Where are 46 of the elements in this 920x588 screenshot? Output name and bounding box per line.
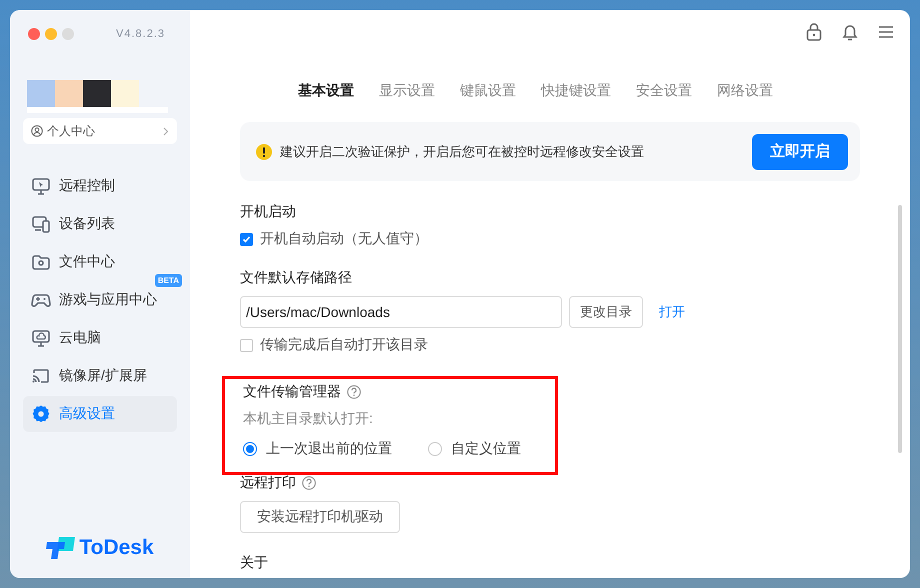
- settings-tab[interactable]: 基本设置: [298, 82, 354, 100]
- section-title: 文件传输管理器: [243, 383, 341, 401]
- radio-option[interactable]: 自定义位置: [428, 440, 521, 458]
- settings-tab[interactable]: 显示设置: [379, 82, 435, 100]
- enable-button[interactable]: 立即开启: [752, 134, 848, 170]
- checkbox[interactable]: 传输完成后自动打开该目录: [240, 336, 910, 354]
- settings-tab[interactable]: 快捷键设置: [541, 82, 611, 100]
- warning-icon: [256, 144, 272, 160]
- folder-icon: [31, 252, 51, 272]
- scrollbar[interactable]: [898, 205, 902, 453]
- checkbox[interactable]: 开机自动启动（无人值守）: [240, 230, 910, 248]
- chevron-icon: [163, 126, 169, 136]
- section-title: 开机启动: [240, 203, 296, 221]
- change-folder-button[interactable]: 更改目录: [569, 296, 643, 328]
- help-icon[interactable]: [302, 476, 316, 490]
- path-field[interactable]: /Users/mac/Downloads: [240, 296, 562, 328]
- open-link[interactable]: 打开: [659, 303, 685, 321]
- cast-icon: [31, 366, 51, 386]
- section-subtitle: 本机主目录默认打开:: [243, 410, 374, 428]
- devices-icon: [31, 214, 51, 234]
- section-title: 关于: [240, 554, 268, 572]
- sidebar-item[interactable]: 云电脑: [23, 320, 177, 356]
- sidebar-item[interactable]: 设备列表: [23, 206, 177, 242]
- monitor-icon: [31, 176, 51, 196]
- radio-option[interactable]: 上一次退出前的位置: [243, 440, 392, 458]
- notice-text: 建议开启二次验证保护，开启后您可在被控时远程修改安全设置: [280, 142, 644, 160]
- install-driver-button[interactable]: 安装远程打印机驱动: [240, 501, 400, 533]
- user-icon: [31, 125, 43, 137]
- beta-badge: BETA: [154, 274, 182, 287]
- section-title: 远程打印: [240, 474, 296, 492]
- sidebar-item[interactable]: 远程控制: [23, 168, 177, 204]
- logo-icon: [46, 536, 76, 560]
- settings-tab[interactable]: 键鼠设置: [460, 82, 516, 100]
- lock-icon[interactable]: [804, 22, 824, 42]
- logo-text: ToDesk: [79, 536, 154, 560]
- section-title: 文件默认存储路径: [240, 269, 352, 287]
- version-label: V4.8.2.3: [116, 28, 165, 40]
- close-button[interactable]: [28, 28, 40, 40]
- settings-tab[interactable]: 安全设置: [636, 82, 692, 100]
- sidebar-item[interactable]: 镜像屏/扩展屏: [23, 358, 177, 394]
- settings-tab[interactable]: 网络设置: [717, 82, 773, 100]
- profile-link[interactable]: 个人中心: [23, 118, 177, 144]
- checkmark-icon: [242, 234, 251, 244]
- help-icon[interactable]: [347, 385, 361, 399]
- cloud-monitor-icon: [31, 328, 51, 348]
- gear-icon: [31, 404, 51, 424]
